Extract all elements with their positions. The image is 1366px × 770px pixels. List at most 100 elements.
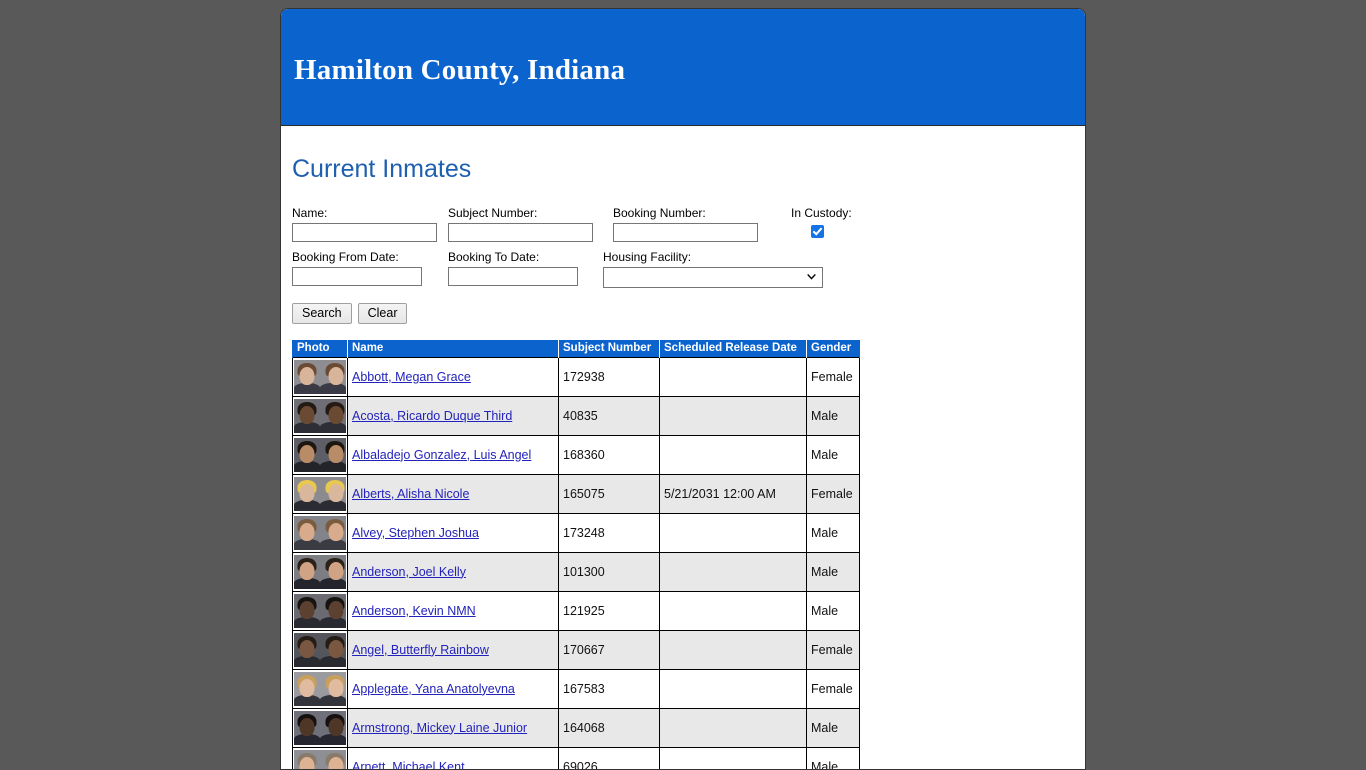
- search-input-subject-number[interactable]: [448, 223, 593, 242]
- inmate-name-link[interactable]: Angel, Butterfly Rainbow: [352, 643, 489, 657]
- in-custody-checkbox[interactable]: [811, 225, 824, 238]
- inmate-gender-cell: Male: [807, 552, 860, 591]
- booking-from-field-block: Booking From Date:: [292, 250, 422, 286]
- inmate-name-link[interactable]: Acosta, Ricardo Duque Third: [352, 409, 512, 423]
- inmate-release-date-cell: [660, 513, 807, 552]
- inmate-name-link[interactable]: Anderson, Joel Kelly: [352, 565, 466, 579]
- inmate-photo-cell[interactable]: [293, 513, 348, 552]
- mugshot-image: [294, 594, 346, 628]
- inmate-name-link[interactable]: Armstrong, Mickey Laine Junior: [352, 721, 527, 735]
- inmate-release-date-cell: [660, 708, 807, 747]
- column-header-release[interactable]: Scheduled Release Date: [660, 340, 807, 358]
- inmate-name-link[interactable]: Alvey, Stephen Joshua: [352, 526, 479, 540]
- inmate-name-cell: Abbott, Megan Grace: [348, 357, 559, 396]
- inmate-photo-cell[interactable]: [293, 396, 348, 435]
- housing-facility-select-wrap: [603, 267, 823, 288]
- inmate-name-cell: Albaladejo Gonzalez, Luis Angel: [348, 435, 559, 474]
- clear-button[interactable]: Clear: [358, 303, 408, 324]
- inmate-name-link[interactable]: Alberts, Alisha Nicole: [352, 487, 469, 501]
- inmate-gender-cell: Female: [807, 630, 860, 669]
- inmate-photo-cell[interactable]: [293, 591, 348, 630]
- inmate-name-link[interactable]: Arnett, Michael Kent: [352, 760, 465, 770]
- table-row: Alvey, Stephen Joshua173248Male: [293, 513, 860, 552]
- table-row: Angel, Butterfly Rainbow 170667 Female: [293, 630, 860, 669]
- results-table-body: Abbott, Megan Grace 172938 Female Acosta, R…: [293, 357, 860, 770]
- search-input-booking-to-date[interactable]: [448, 267, 578, 286]
- inmate-subject-number-cell: 172938: [559, 357, 660, 396]
- housing-facility-label: Housing Facility:: [603, 250, 823, 264]
- inmate-subject-number-cell: 168360: [559, 435, 660, 474]
- subject-number-label: Subject Number:: [448, 206, 593, 220]
- mugshot-image: [294, 399, 346, 433]
- table-row: Albaladejo Gonzalez, Luis Angel 168360 Mal…: [293, 435, 860, 474]
- search-input-booking-from-date[interactable]: [292, 267, 422, 286]
- inmate-name-cell: Alvey, Stephen Joshua: [348, 513, 559, 552]
- inmate-subject-number-cell: 40835: [559, 396, 660, 435]
- table-row: Applegate, Yana Anatolyevna167583Female: [293, 669, 860, 708]
- inmate-photo-cell[interactable]: [293, 474, 348, 513]
- inmate-name-cell: Anderson, Kevin NMN: [348, 591, 559, 630]
- inmate-photo-cell[interactable]: [293, 357, 348, 396]
- results-table-head: Photo Name Subject Number Scheduled Rele…: [293, 340, 860, 358]
- inmate-photo-cell[interactable]: [293, 747, 348, 770]
- name-label: Name:: [292, 206, 437, 220]
- search-row-2: Booking From Date: Booking To Date: Hous…: [292, 250, 1074, 288]
- table-row: Arnett, Michael Kent 69026 Male: [293, 747, 860, 770]
- inmate-subject-number-cell: 173248: [559, 513, 660, 552]
- inmate-photo-cell[interactable]: [293, 669, 348, 708]
- inmate-name-link[interactable]: Abbott, Megan Grace: [352, 370, 471, 384]
- main-content: Current Inmates Name: Subject Number: Bo…: [281, 156, 1085, 770]
- inmate-photo-cell[interactable]: [293, 708, 348, 747]
- results-header-row: Photo Name Subject Number Scheduled Rele…: [293, 340, 860, 358]
- inmate-subject-number-cell: 101300: [559, 552, 660, 591]
- inmate-release-date-cell: [660, 396, 807, 435]
- mugshot-image: [294, 360, 346, 394]
- inmate-name-cell: Armstrong, Mickey Laine Junior: [348, 708, 559, 747]
- search-button[interactable]: Search: [292, 303, 352, 324]
- inmate-subject-number-cell: 170667: [559, 630, 660, 669]
- column-header-subject[interactable]: Subject Number: [559, 340, 660, 358]
- search-input-name[interactable]: [292, 223, 437, 242]
- inmate-name-cell: Alberts, Alisha Nicole: [348, 474, 559, 513]
- housing-facility-select[interactable]: [603, 267, 823, 288]
- inmate-subject-number-cell: 69026: [559, 747, 660, 770]
- inmate-search-form: Name: Subject Number: Booking Number: In…: [292, 206, 1074, 324]
- inmate-release-date-cell: [660, 435, 807, 474]
- inmate-photo-cell[interactable]: [293, 630, 348, 669]
- table-row: Acosta, Ricardo Duque Third40835Male: [293, 396, 860, 435]
- inmate-name-link[interactable]: Anderson, Kevin NMN: [352, 604, 476, 618]
- search-input-booking-number[interactable]: [613, 223, 758, 242]
- mugshot-image: [294, 711, 346, 745]
- inmate-release-date-cell: [660, 669, 807, 708]
- mugshot-image: [294, 438, 346, 472]
- inmate-name-cell: Arnett, Michael Kent: [348, 747, 559, 770]
- inmate-release-date-cell: [660, 747, 807, 770]
- column-header-name[interactable]: Name: [348, 340, 559, 358]
- column-header-photo[interactable]: Photo: [293, 340, 348, 358]
- inmate-name-link[interactable]: Applegate, Yana Anatolyevna: [352, 682, 515, 696]
- table-row: Alberts, Alisha Nicole1650755/21/2031 12…: [293, 474, 860, 513]
- table-row: Abbott, Megan Grace172938Female: [293, 357, 860, 396]
- mugshot-image: [294, 477, 346, 511]
- housing-field-block: Housing Facility:: [603, 250, 823, 288]
- mugshot-image: [294, 555, 346, 589]
- inmate-gender-cell: Male: [807, 435, 860, 474]
- inmate-release-date-cell: [660, 357, 807, 396]
- mugshot-image: [294, 750, 346, 770]
- inmate-name-link[interactable]: Albaladejo Gonzalez, Luis Angel: [352, 448, 531, 462]
- inmate-release-date-cell: [660, 552, 807, 591]
- inmate-subject-number-cell: 121925: [559, 591, 660, 630]
- name-field-block: Name:: [292, 206, 437, 242]
- inmate-gender-cell: Male: [807, 747, 860, 770]
- inmate-photo-cell[interactable]: [293, 435, 348, 474]
- inmate-name-cell: Acosta, Ricardo Duque Third: [348, 396, 559, 435]
- inmate-photo-cell[interactable]: [293, 552, 348, 591]
- column-header-gender[interactable]: Gender: [807, 340, 860, 358]
- booking-to-field-block: Booking To Date:: [448, 250, 578, 286]
- booking-number-label: Booking Number:: [613, 206, 758, 220]
- booking-from-date-label: Booking From Date:: [292, 250, 422, 264]
- inmate-gender-cell: Female: [807, 669, 860, 708]
- inmate-name-cell: Angel, Butterfly Rainbow: [348, 630, 559, 669]
- inmate-release-date-cell: 5/21/2031 12:00 AM: [660, 474, 807, 513]
- custody-field-block: In Custody:: [791, 206, 852, 238]
